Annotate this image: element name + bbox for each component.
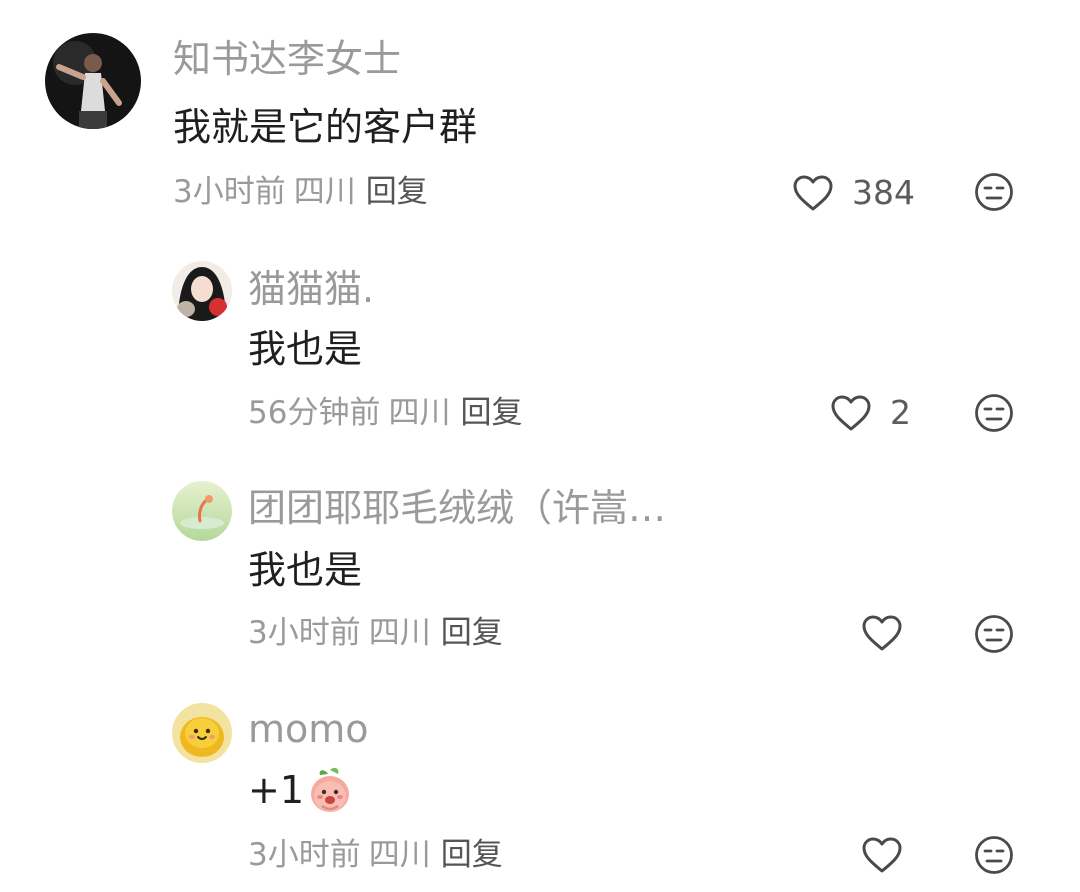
comment-time: 3小时前 [248, 837, 361, 873]
comment-list: 知书达李女士 我就是它的客户群 3小时前四川回复 384 猫猫猫. 我也是 [0, 0, 1080, 892]
comment-meta: 3小时前 四川 回复 [248, 613, 503, 653]
heart-outline-icon [792, 174, 834, 212]
avatar[interactable] [172, 703, 232, 763]
heart-outline-icon [861, 836, 903, 874]
like-button[interactable]: 384 [792, 173, 915, 213]
comment-text: 我也是 [248, 548, 363, 592]
dislike-button[interactable] [974, 614, 1014, 654]
neutral-face-icon [975, 836, 1013, 874]
like-button[interactable] [861, 836, 921, 874]
comment-username[interactable]: 知书达李女士 [173, 36, 401, 82]
like-count: 2 [890, 393, 911, 432]
reply-button[interactable]: 回复 [460, 395, 522, 431]
avatar[interactable] [45, 33, 141, 129]
comment-meta: 3小时前 四川 回复 [248, 835, 503, 875]
comment-meta: 56分钟前 四川 回复 [248, 393, 522, 433]
heart-outline-icon [861, 614, 903, 652]
comment-text: +1 [248, 766, 352, 814]
neutral-face-icon [975, 173, 1013, 211]
comment-location: 四川 [293, 174, 356, 210]
neutral-face-icon [975, 394, 1013, 432]
heart-outline-icon [830, 394, 872, 432]
comment-location: 四川 [388, 395, 451, 431]
like-button[interactable] [861, 614, 921, 652]
comment-location: 四川 [368, 615, 431, 651]
comment-time: 3小时前 [248, 615, 361, 651]
comment-time: 56分钟前 [248, 395, 381, 431]
avatar[interactable] [172, 261, 232, 321]
comment-text: 我也是 [248, 327, 363, 371]
dislike-button[interactable] [974, 835, 1014, 875]
comment-text-value: +1 [248, 768, 305, 812]
dislike-button[interactable] [974, 172, 1014, 212]
neutral-face-icon [975, 615, 1013, 653]
comment-location: 四川 [368, 837, 431, 873]
comment-meta: 3小时前 四川 回复 [173, 172, 428, 212]
reply-button[interactable]: 回复 [441, 837, 503, 873]
comment-username[interactable]: 猫猫猫. [248, 266, 374, 312]
comment-time: 3小时前 [173, 174, 286, 210]
avatar[interactable] [172, 481, 232, 541]
like-count: 384 [852, 173, 915, 212]
comment-item: 知书达李女士 我就是它的客户群 3小时前 四川 回复 384 [0, 0, 1080, 230]
comment-text: 我就是它的客户群 [173, 105, 478, 149]
comment-username[interactable]: 团团耶耶毛绒绒（许嵩… [248, 485, 666, 531]
like-button[interactable]: 2 [830, 393, 911, 433]
dislike-button[interactable] [974, 393, 1014, 433]
peach-smile-emoji [308, 766, 352, 814]
comment-username[interactable]: momo [248, 706, 369, 752]
reply-button[interactable]: 回复 [441, 615, 503, 651]
reply-button[interactable]: 回复 [366, 174, 428, 210]
